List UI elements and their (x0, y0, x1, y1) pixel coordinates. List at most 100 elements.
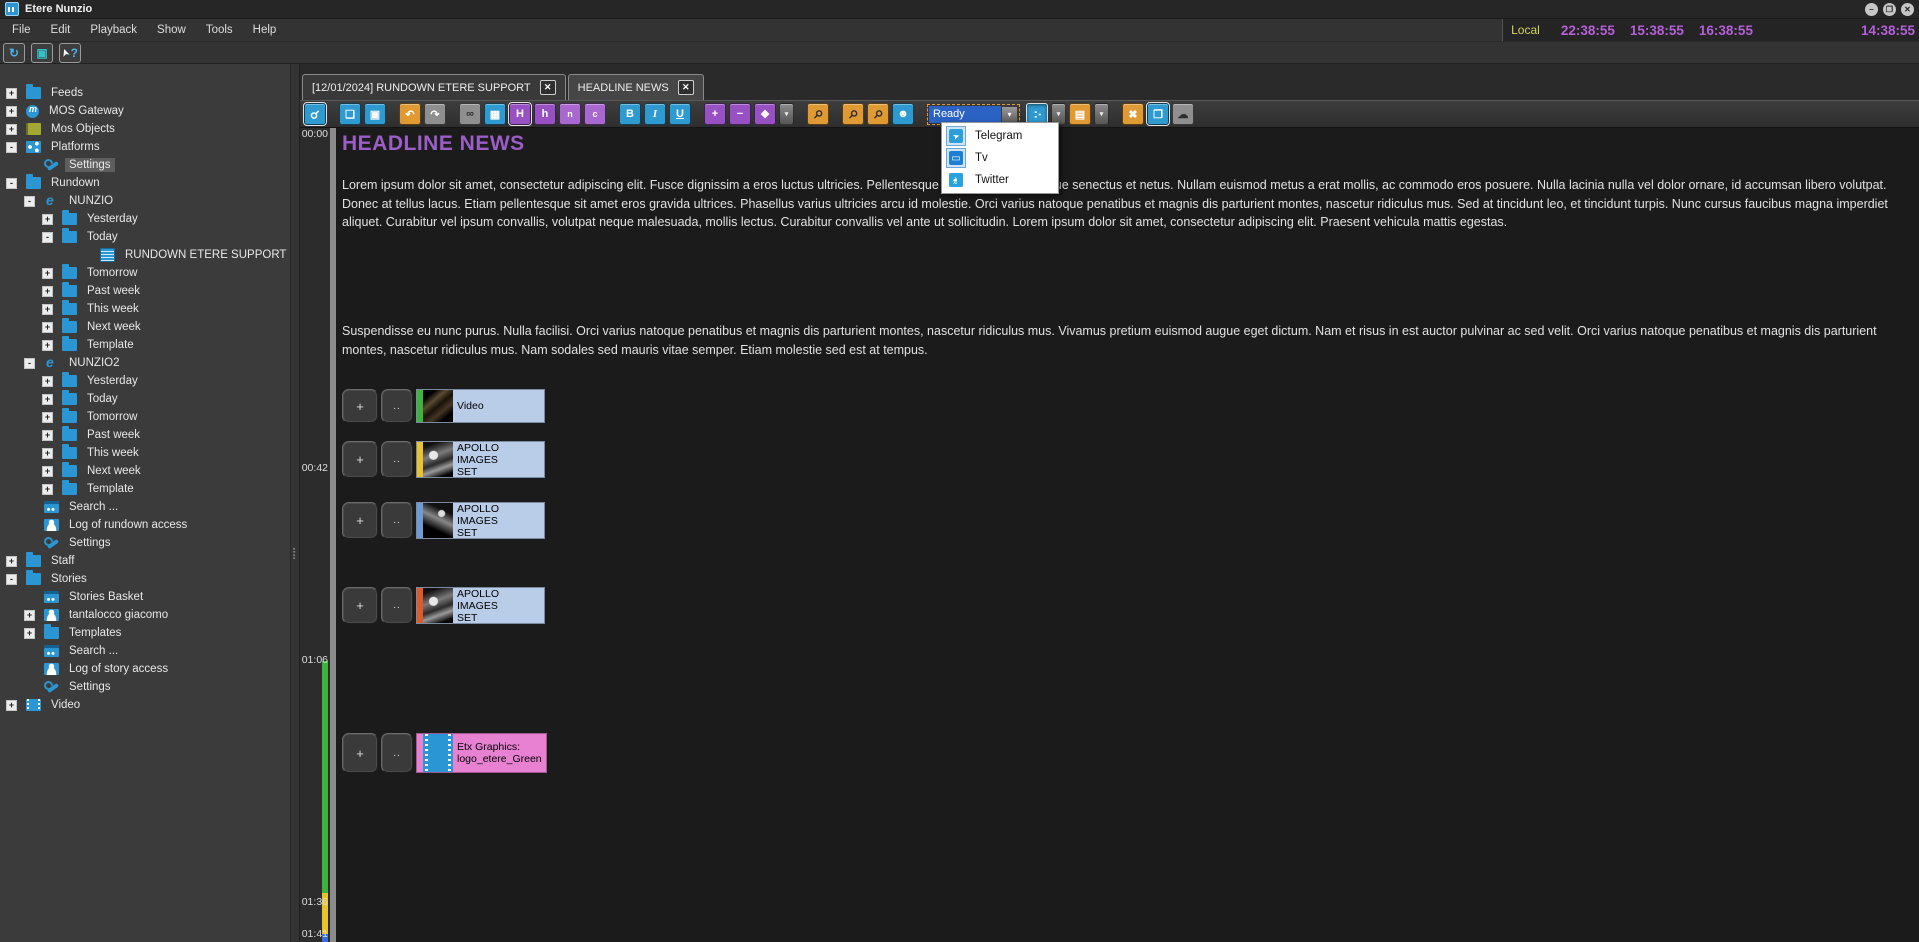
sidebar-item-stories[interactable]: - Stories (0, 570, 290, 588)
sidebar-item-nunzio-tomorrow[interactable]: + Tomorrow (0, 264, 290, 282)
expand-toggle[interactable]: + (42, 286, 53, 297)
sidebar-item-nunzio2-next-week[interactable]: + Next week (0, 462, 290, 480)
sidebar-item-nunzio-this-week[interactable]: + This week (0, 300, 290, 318)
sidebar-item-rundown-search[interactable]: Search ... (0, 498, 290, 516)
restore-button[interactable]: ❐ (1883, 3, 1896, 16)
expand-toggle[interactable]: + (24, 610, 35, 621)
sidebar-item-templates[interactable]: + Templates (0, 624, 290, 642)
sep[interactable] (449, 103, 456, 123)
block-options-button[interactable]: .. (381, 587, 413, 624)
block-add-button[interactable]: + (342, 502, 378, 539)
sidebar-item-nunzio-today[interactable]: - Today (0, 228, 290, 246)
block-options-button[interactable]: .. (381, 441, 413, 478)
expand-toggle[interactable]: - (6, 142, 17, 153)
sidebar-item-platforms[interactable]: - Platforms (0, 138, 290, 156)
expand-toggle[interactable]: + (6, 106, 17, 117)
sep[interactable] (832, 103, 839, 123)
insert-video-button[interactable]: ▦ (484, 103, 506, 125)
sep[interactable] (329, 103, 336, 123)
monitor-button[interactable]: ▣ (31, 43, 53, 63)
print-dropdown-arrow[interactable]: ▾ (1094, 103, 1109, 125)
expand-toggle[interactable]: + (42, 340, 53, 351)
save-button[interactable]: ▣ (364, 103, 386, 125)
expand-toggle[interactable]: + (42, 214, 53, 225)
undo-button[interactable]: ↶ (399, 103, 421, 125)
tab-close-icon[interactable]: ✕ (540, 80, 556, 95)
sep[interactable] (797, 103, 804, 123)
expand-toggle[interactable]: - (6, 178, 17, 189)
block-options-button[interactable]: .. (381, 733, 413, 773)
ghost-writer-button[interactable]: ☁ (1172, 103, 1194, 125)
menu-file[interactable]: File (2, 24, 41, 36)
status-dropdown-arrow-icon[interactable]: ▾ (1001, 106, 1018, 123)
sep[interactable] (1112, 103, 1119, 123)
heading1-button[interactable]: H (509, 103, 531, 125)
close-button[interactable]: ✕ (1901, 3, 1914, 16)
sidebar-item-stories-search[interactable]: Search ... (0, 642, 290, 660)
sidebar-item-stories-settings[interactable]: Settings (0, 678, 290, 696)
expand-toggle[interactable]: + (42, 322, 53, 333)
expand-toggle[interactable]: + (42, 466, 53, 477)
sidebar-item-nunzio-yesterday[interactable]: + Yesterday (0, 210, 290, 228)
block-add-button[interactable]: + (342, 389, 378, 423)
sidebar-item-nunzio2-today[interactable]: + Today (0, 390, 290, 408)
heading2-button[interactable]: h (534, 103, 556, 125)
story-heading[interactable]: HEADLINE NEWS (342, 132, 525, 156)
bold-button[interactable]: B (619, 103, 641, 125)
menu-show[interactable]: Show (147, 24, 196, 36)
block-options-button[interactable]: .. (381, 389, 413, 423)
expand-toggle[interactable]: + (24, 628, 35, 639)
sidebar-item-nunzio2-template[interactable]: + Template (0, 480, 290, 498)
sidebar-item-nunzio2-past-week[interactable]: + Past week (0, 426, 290, 444)
new-story-button[interactable]: ❏ (339, 103, 361, 125)
sidebar-item-nunzio-next-week[interactable]: + Next week (0, 318, 290, 336)
block-body[interactable]: Etx Graphics: logo_etere_Green (416, 733, 547, 773)
link-button[interactable]: ∞ (459, 103, 481, 125)
expand-toggle[interactable]: + (42, 394, 53, 405)
search-staff-button[interactable]: ⚲ (842, 103, 864, 125)
expand-toggle[interactable]: - (24, 358, 35, 369)
story-paragraph-1[interactable]: Lorem ipsum dolor sit amet, consectetur … (342, 176, 1897, 232)
share-menu-item-twitter[interactable]: ❧ Twitter (944, 169, 1056, 191)
pin-button[interactable]: ⚲ (304, 103, 326, 125)
sep[interactable] (389, 103, 396, 123)
sidebar-item-stories-basket[interactable]: Stories Basket (0, 588, 290, 606)
panel-button[interactable]: ❐ (1147, 103, 1169, 125)
sidebar-item-nunzio2-this-week[interactable]: + This week (0, 444, 290, 462)
sidebar-splitter[interactable] (290, 64, 300, 942)
expand-toggle[interactable]: + (42, 430, 53, 441)
expand-toggle[interactable]: + (42, 376, 53, 387)
block-add-button[interactable]: + (342, 587, 378, 624)
redo-button[interactable]: ↷ (424, 103, 446, 125)
underline-button[interactable]: U (669, 103, 691, 125)
sidebar-item-video[interactable]: + Video (0, 696, 290, 714)
share-menu-item-tv[interactable]: ▭ Tv (944, 147, 1056, 169)
share-menu-item-telegram[interactable]: ➤ Telegram (944, 125, 1056, 147)
sidebar-item-nunzio2-tomorrow[interactable]: + Tomorrow (0, 408, 290, 426)
search-story-button[interactable]: ⚲ (867, 103, 889, 125)
sidebar-item-nunzio2-yesterday[interactable]: + Yesterday (0, 372, 290, 390)
menu-edit[interactable]: Edit (41, 24, 81, 36)
block-body[interactable]: APOLLO IMAGES SET (416, 587, 545, 624)
story-paragraph-2[interactable]: Suspendisse eu nunc purus. Nulla facilis… (342, 322, 1897, 359)
expand-toggle[interactable]: + (42, 448, 53, 459)
minimize-button[interactable]: – (1865, 3, 1878, 16)
expand-toggle[interactable]: - (42, 232, 53, 243)
caption-button[interactable]: c (584, 103, 606, 125)
block-add-button[interactable]: + (342, 441, 378, 478)
expand-toggle[interactable]: + (6, 88, 17, 99)
sidebar-item-staff[interactable]: + Staff (0, 552, 290, 570)
sidebar-item-nunzio-past-week[interactable]: + Past week (0, 282, 290, 300)
block-body[interactable]: APOLLO IMAGES SET (416, 441, 545, 478)
menu-help[interactable]: Help (243, 24, 287, 36)
sidebar-item-platform-settings[interactable]: Settings (0, 156, 290, 174)
context-help-button[interactable]: ? (59, 43, 81, 63)
expand-toggle[interactable]: + (42, 304, 53, 315)
increase-button[interactable]: + (704, 103, 726, 125)
story-status-select[interactable]: Ready ▾ (929, 106, 1018, 123)
search-button[interactable]: ⚲ (807, 103, 829, 125)
block-body[interactable]: APOLLO IMAGES SET (416, 502, 545, 539)
sidebar-item-tantalocco-giacomo[interactable]: + tantalocco giacomo (0, 606, 290, 624)
refresh-button[interactable]: ↻ (3, 43, 25, 63)
expand-toggle[interactable]: + (6, 124, 17, 135)
